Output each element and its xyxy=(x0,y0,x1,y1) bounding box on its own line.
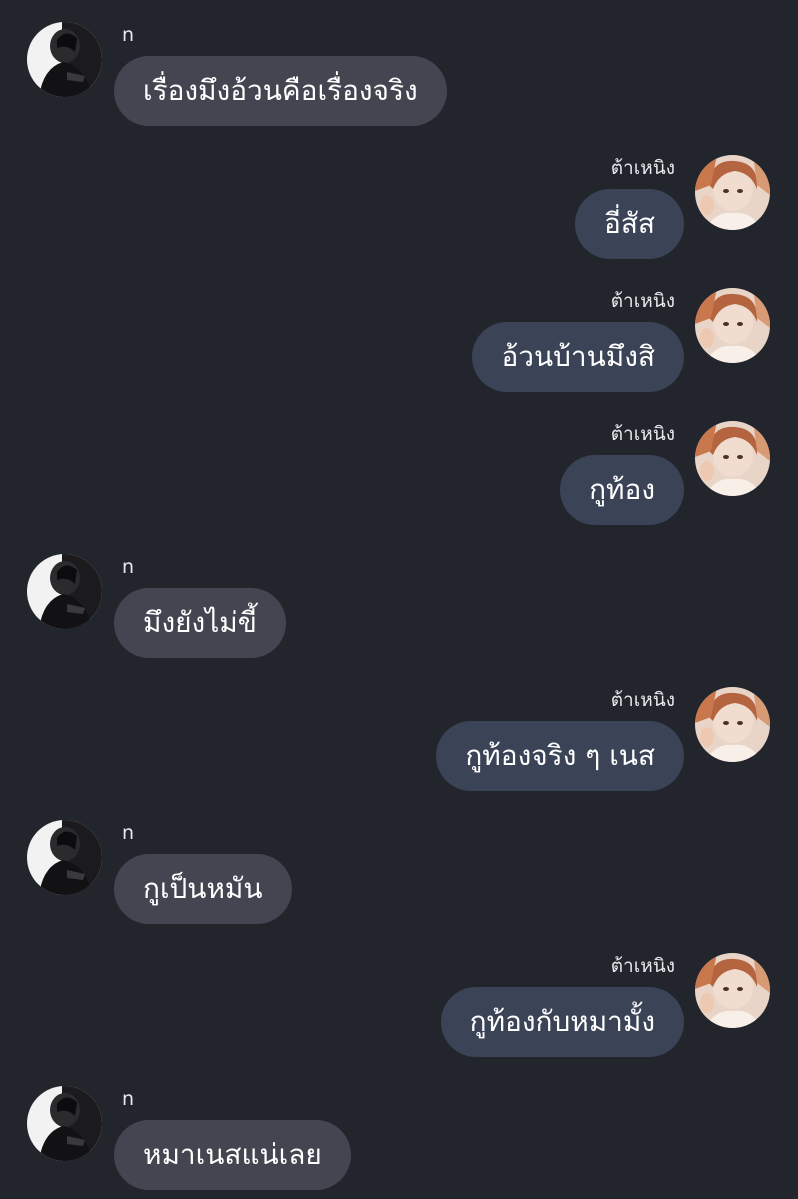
message-bubble[interactable]: อี่สัส xyxy=(575,189,684,259)
message-row: ต้าเหนิง กูท้องจริง ๆ เนส xyxy=(0,687,798,797)
sender-name: ต้าเหนิง xyxy=(610,955,675,977)
sender-name: ต้าเหนิง xyxy=(610,290,675,312)
chat-thread: n เรื่องมึงอ้วนคือเรื่องจริง ต้าเหนิง อี… xyxy=(0,0,798,1199)
message-row: n กูเป็นหมัน xyxy=(0,820,798,930)
message-bubble[interactable]: กูเป็นหมัน xyxy=(114,854,292,924)
sender-name: n xyxy=(122,556,135,578)
message-row: ต้าเหนิง กูท้องกับหมามั้ง xyxy=(0,953,798,1063)
avatar-n[interactable] xyxy=(27,22,102,97)
avatar-n[interactable] xyxy=(27,554,102,629)
avatar-n[interactable] xyxy=(27,820,102,895)
message-bubble[interactable]: กูท้องกับหมามั้ง xyxy=(440,987,684,1057)
sender-name: n xyxy=(122,822,135,844)
message-bubble[interactable]: หมาเนสแน่เลย xyxy=(114,1120,351,1190)
avatar-tanueng[interactable] xyxy=(695,155,770,230)
message-bubble[interactable]: มึงยังไม่ขี้ xyxy=(114,588,286,658)
message-bubble[interactable]: กูท้องจริง ๆ เนส xyxy=(436,721,684,791)
avatar-tanueng[interactable] xyxy=(695,421,770,496)
message-row: n หมาเนสแน่เลย xyxy=(0,1086,798,1196)
sender-name: n xyxy=(122,1088,135,1110)
avatar-tanueng[interactable] xyxy=(695,953,770,1028)
message-row: n เรื่องมึงอ้วนคือเรื่องจริง xyxy=(0,22,798,132)
avatar-tanueng[interactable] xyxy=(695,687,770,762)
message-bubble[interactable]: เรื่องมึงอ้วนคือเรื่องจริง xyxy=(114,56,447,126)
message-row: ต้าเหนิง กูท้อง xyxy=(0,421,798,531)
message-bubble[interactable]: กูท้อง xyxy=(560,455,684,525)
sender-name: ต้าเหนิง xyxy=(610,157,675,179)
message-row: ต้าเหนิง อี่สัส xyxy=(0,155,798,265)
sender-name: n xyxy=(122,24,135,46)
message-row: ต้าเหนิง อ้วนบ้านมึงสิ xyxy=(0,288,798,398)
message-bubble[interactable]: อ้วนบ้านมึงสิ xyxy=(472,322,684,392)
sender-name: ต้าเหนิง xyxy=(610,423,675,445)
avatar-tanueng[interactable] xyxy=(695,288,770,363)
avatar-n[interactable] xyxy=(27,1086,102,1161)
sender-name: ต้าเหนิง xyxy=(610,689,675,711)
message-row: n มึงยังไม่ขี้ xyxy=(0,554,798,664)
